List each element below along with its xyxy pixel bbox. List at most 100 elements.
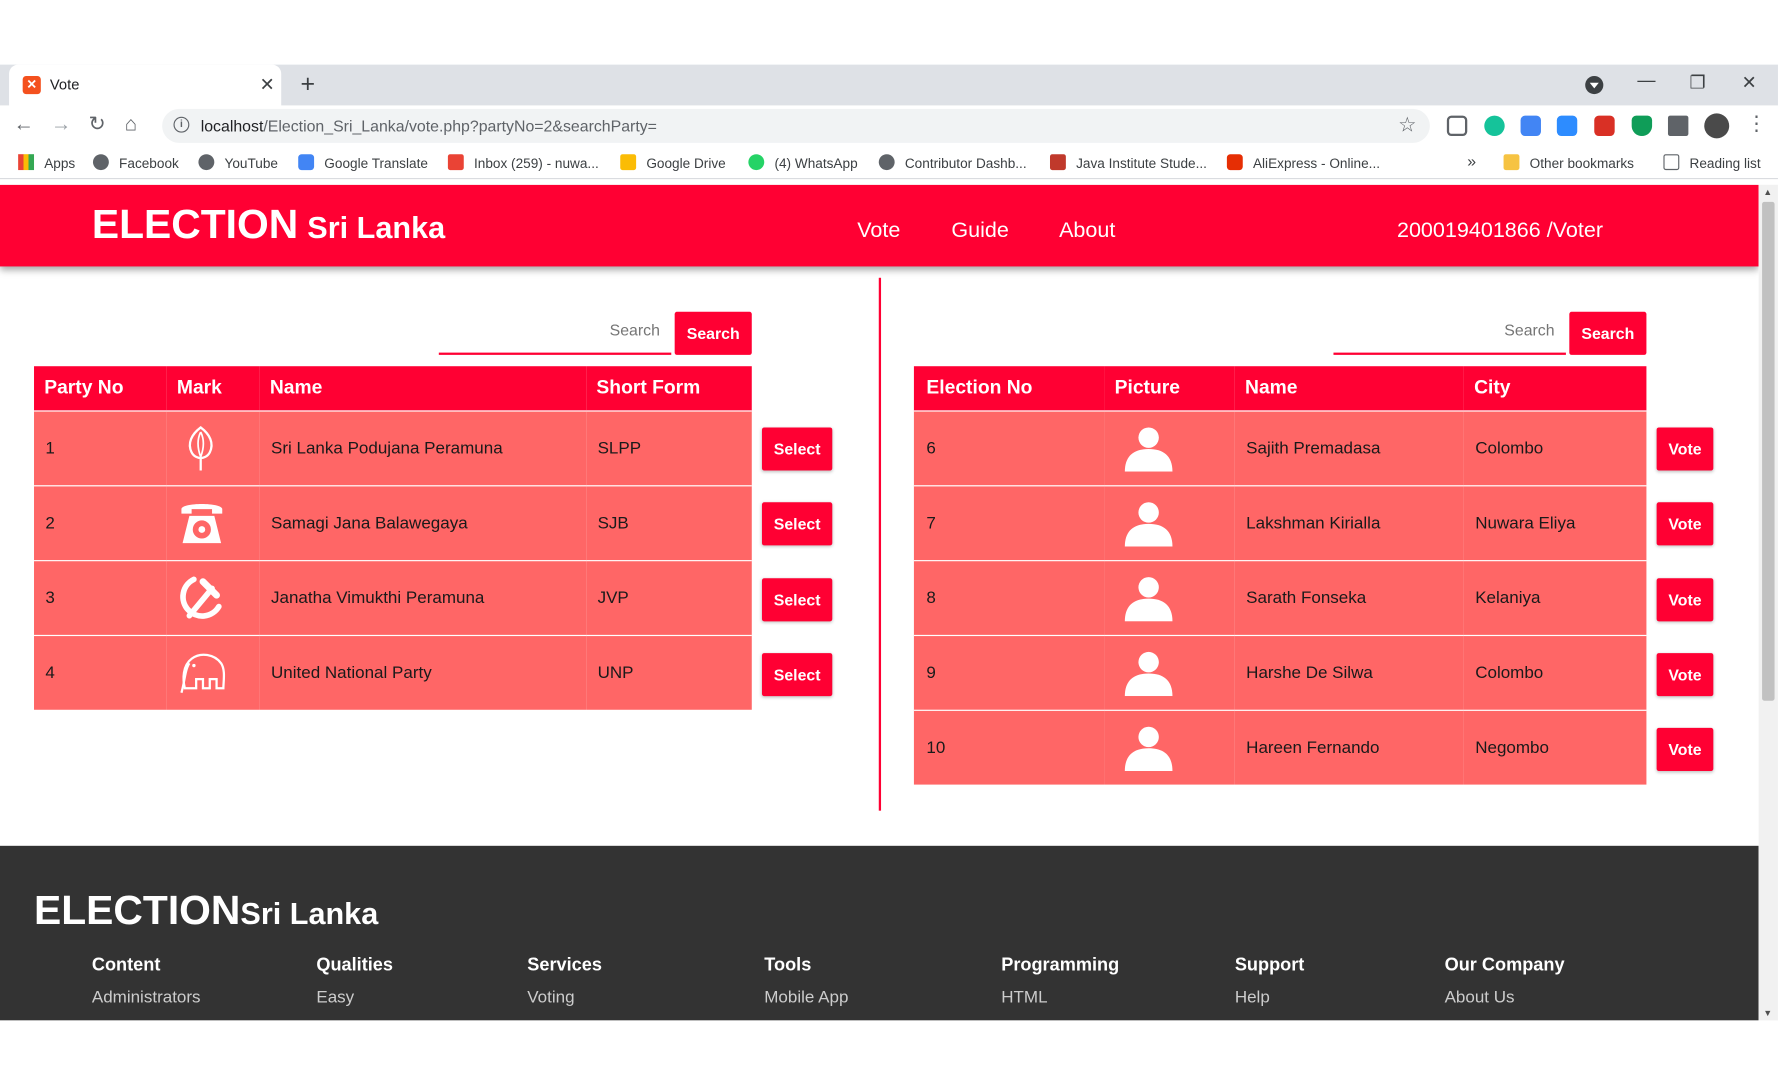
window-close-icon[interactable]: ✕	[1742, 71, 1757, 94]
extensions-puzzle-icon[interactable]	[1667, 115, 1689, 137]
candidate-search-button[interactable]: Search	[1569, 311, 1647, 355]
footer-link[interactable]: Easy	[316, 988, 393, 1007]
translate-extension-icon[interactable]	[1520, 115, 1541, 137]
vote-button[interactable]: Vote	[1656, 653, 1714, 697]
back-icon[interactable]: ←	[14, 112, 34, 136]
grammarly-extension-icon[interactable]	[1484, 115, 1505, 137]
table-row[interactable]: 4 United National Party UNP	[34, 634, 752, 710]
table-row[interactable]: 3 Janatha Vimukthi Peramuna JVP	[34, 559, 752, 635]
bookmark-facebook[interactable]: Facebook	[92, 154, 179, 171]
reading-list-icon	[1663, 154, 1680, 171]
party-search-field	[438, 310, 672, 355]
table-row[interactable]: 2 Samagi Jana Balawegaya SJB	[34, 484, 752, 561]
bookmark-gmail-inbox[interactable]: Inbox (259) - nuwa...	[447, 154, 599, 171]
select-party-button[interactable]: Select	[761, 502, 833, 546]
scroll-down-arrow-icon[interactable]: ▼	[1763, 1008, 1772, 1018]
bookmark-other-folder[interactable]: Other bookmarks	[1503, 154, 1634, 171]
vote-button[interactable]: Vote	[1656, 578, 1714, 622]
bookmark-google-translate[interactable]: Google Translate	[298, 154, 428, 171]
party-table-header: Party No Mark Name Short Form	[34, 366, 752, 411]
reader-extension-icon[interactable]	[1446, 115, 1468, 137]
hammer-sickle-icon	[180, 576, 222, 619]
bookmark-youtube[interactable]: YouTube	[198, 154, 278, 171]
tab-close-icon[interactable]: ✕	[260, 74, 275, 97]
candidate-city: Negombo	[1463, 709, 1647, 785]
vote-button[interactable]: Vote	[1656, 727, 1714, 771]
url-text[interactable]: localhost/Election_Sri_Lanka/vote.php?pa…	[201, 117, 657, 135]
java-institute-icon	[1049, 154, 1066, 171]
scrollbar-thumb[interactable]	[1762, 201, 1775, 701]
zoom-extension-icon[interactable]	[1556, 115, 1578, 137]
browser-tab-strip: ✕ Vote ✕ + — ❐ ✕	[0, 64, 1778, 106]
col-picture: Picture	[1104, 366, 1235, 411]
footer-link[interactable]: Voting	[527, 988, 602, 1007]
footer-heading: Content	[91, 955, 161, 976]
footer-link[interactable]: Mobile App	[764, 988, 848, 1007]
profile-avatar-icon[interactable]	[1704, 113, 1730, 139]
telephone-icon	[181, 503, 223, 544]
col-short-form: Short Form	[586, 366, 752, 411]
nav-about-link[interactable]: About	[1059, 219, 1115, 244]
bookmarks-overflow-chevron-icon[interactable]: »	[1467, 152, 1476, 170]
bookmark-java-institute[interactable]: Java Institute Stude...	[1049, 154, 1207, 171]
user-voter-id[interactable]: 200019401866 /Voter	[1397, 219, 1603, 244]
party-short-form: SJB	[586, 484, 752, 561]
menu-kebab-icon[interactable]: ⋮	[1746, 112, 1766, 136]
home-icon[interactable]: ⌂	[125, 112, 137, 136]
party-search-button[interactable]: Search	[674, 311, 752, 355]
forward-icon[interactable]: →	[51, 112, 71, 136]
bookmark-reading-list[interactable]: Reading list	[1663, 154, 1761, 171]
select-party-button[interactable]: Select	[761, 578, 833, 622]
col-mark: Mark	[166, 366, 260, 411]
table-row[interactable]: 7 Lakshman Kirialla Nuwara Eliya	[913, 484, 1647, 561]
party-short-form: SLPP	[586, 409, 752, 486]
address-bar[interactable]: i localhost/Election_Sri_Lanka/vote.php?…	[162, 108, 1430, 143]
footer-link[interactable]: HTML	[1001, 988, 1119, 1007]
bookmark-whatsapp[interactable]: (4) WhatsApp	[748, 154, 858, 171]
select-party-button[interactable]: Select	[761, 427, 833, 471]
table-row[interactable]: 9 Harshe De Silwa Colombo	[913, 634, 1647, 710]
scroll-up-arrow-icon[interactable]: ▲	[1763, 187, 1772, 197]
candidate-search-input[interactable]	[1350, 320, 1555, 340]
new-tab-icon[interactable]: +	[300, 69, 315, 98]
page-scrollbar[interactable]: ▲ ▼	[1758, 184, 1778, 1021]
col-name: Name	[259, 366, 587, 411]
globe-icon	[198, 154, 215, 171]
bookmark-google-drive[interactable]: Google Drive	[620, 154, 726, 171]
candidate-name: Harshe De Silwa	[1234, 634, 1464, 710]
minimize-icon[interactable]: —	[1637, 71, 1655, 91]
nav-guide-link[interactable]: Guide	[951, 219, 1008, 244]
vote-button[interactable]: Vote	[1656, 427, 1714, 471]
select-party-button[interactable]: Select	[761, 653, 833, 697]
footer-link[interactable]: Help	[1235, 988, 1305, 1007]
tab-search-icon[interactable]	[1585, 75, 1604, 95]
col-name: Name	[1234, 366, 1464, 411]
browser-tab[interactable]: ✕ Vote ✕	[9, 64, 282, 106]
candidate-picture-cell	[1104, 484, 1235, 561]
bookmark-contributor-dashboard[interactable]: Contributor Dashb...	[878, 154, 1027, 171]
table-row[interactable]: 1 Sri Lanka Podujana Peramuna SLPP	[34, 409, 752, 486]
table-row[interactable]: 6 Sajith Premadasa Colombo	[913, 409, 1647, 486]
reload-icon[interactable]: ↻	[88, 112, 105, 136]
party-search-input[interactable]	[455, 320, 660, 340]
site-info-icon[interactable]: i	[173, 116, 190, 133]
footer-link[interactable]: About Us	[1445, 988, 1565, 1007]
pdf-extension-icon[interactable]	[1594, 115, 1615, 137]
bookmark-aliexpress[interactable]: AliExpress - Online...	[1226, 154, 1380, 171]
party-no: 2	[34, 484, 167, 561]
nav-vote-link[interactable]: Vote	[857, 219, 900, 244]
bookmark-star-icon[interactable]: ☆	[1398, 113, 1416, 137]
site-brand[interactable]: ELECTION Sri Lanka	[92, 201, 445, 249]
shield-extension-icon[interactable]	[1631, 115, 1653, 137]
bookmark-apps[interactable]: Apps	[18, 154, 75, 171]
table-row[interactable]: 8 Sarath Fonseka Kelaniya	[913, 559, 1647, 635]
party-short-form: JVP	[586, 559, 752, 635]
party-no: 1	[34, 409, 167, 486]
table-row[interactable]: 10 Hareen Fernando Negombo	[913, 709, 1647, 785]
footer-link[interactable]: Administrators	[92, 988, 201, 1007]
party-mark-cell	[166, 409, 260, 486]
restore-icon[interactable]: ❐	[1690, 71, 1706, 94]
party-mark-cell	[166, 634, 260, 710]
vote-button[interactable]: Vote	[1656, 502, 1714, 546]
footer-column-services: Services Voting	[527, 956, 602, 1007]
